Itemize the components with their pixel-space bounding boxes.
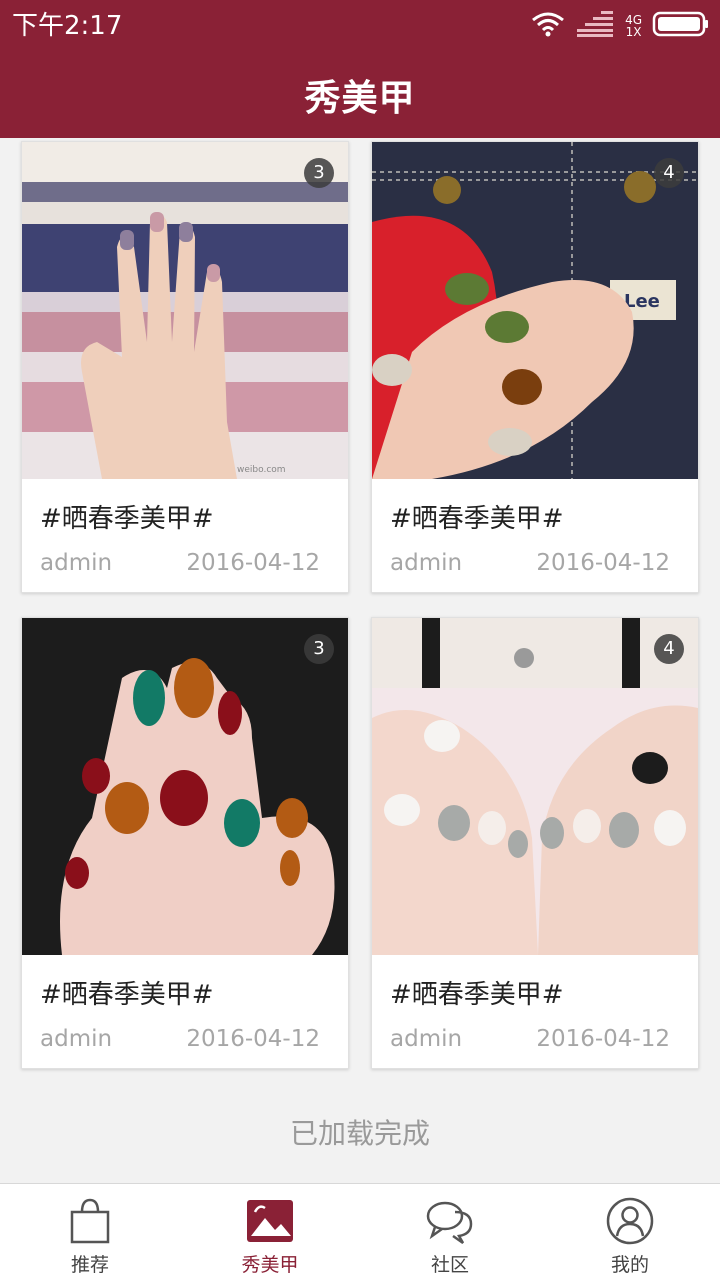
network-type-bottom: 1X (625, 25, 642, 39)
post-image[interactable]: 4 (372, 618, 698, 955)
image-count-badge: 4 (654, 634, 684, 664)
post-date: 2016-04-12 (186, 550, 320, 576)
post-card[interactable]: Lee 4 #晒春季美甲# admin 2016-04-12 (371, 141, 699, 593)
post-title[interactable]: #晒春季美甲# (40, 974, 214, 1011)
feed-end-status: 已加载完成 (289, 1117, 430, 1150)
post-title[interactable]: #晒春季美甲# (40, 498, 214, 535)
post-image[interactable]: weibo.com 3 (22, 142, 348, 479)
shopping-bag-icon (65, 1196, 115, 1246)
chat-bubbles-icon (425, 1196, 475, 1246)
bottom-tab-bar: 推荐 秀美甲 社区 我的 (0, 1183, 720, 1281)
image-count-badge: 3 (304, 158, 334, 188)
user-icon (605, 1196, 655, 1246)
post-date: 2016-04-12 (536, 550, 670, 576)
status-bar: 下午2:17 4G 1X (0, 0, 720, 52)
wifi-icon (531, 11, 565, 41)
post-image[interactable]: Lee 4 (372, 142, 698, 479)
post-title[interactable]: #晒春季美甲# (390, 974, 564, 1011)
tab-label: 秀美甲 (241, 1254, 299, 1276)
post-image[interactable]: 3 (22, 618, 348, 955)
post-date: 2016-04-12 (536, 1026, 670, 1052)
svg-text:weibo.com: weibo.com (237, 465, 286, 475)
post-author: admin (40, 1026, 113, 1052)
tab-label: 社区 (430, 1254, 469, 1276)
tab-label: 推荐 (70, 1254, 109, 1276)
status-icons: 4G 1X (531, 10, 710, 42)
signal-icon (575, 11, 615, 41)
image-count-badge: 4 (654, 158, 684, 188)
post-date: 2016-04-12 (186, 1026, 320, 1052)
page-title: 秀美甲 (304, 78, 416, 119)
tab-recommend[interactable]: 推荐 (0, 1184, 180, 1281)
tab-label: 我的 (610, 1254, 649, 1276)
picture-icon (245, 1196, 295, 1246)
status-time: 下午2:17 (12, 11, 123, 41)
post-author: admin (40, 550, 113, 576)
post-title[interactable]: #晒春季美甲# (390, 498, 564, 535)
tab-mine[interactable]: 我的 (540, 1184, 720, 1281)
image-count-badge: 3 (304, 634, 334, 664)
post-author: admin (390, 1026, 463, 1052)
battery-icon (652, 11, 710, 41)
post-author: admin (390, 550, 463, 576)
network-type: 4G 1X (625, 14, 642, 38)
post-card[interactable]: weibo.com 3 #晒春季美甲# admin 2016-04-12 (21, 141, 349, 593)
tab-community[interactable]: 社区 (360, 1184, 540, 1281)
post-card[interactable]: 4 #晒春季美甲# admin 2016-04-12 (371, 617, 699, 1069)
tab-show-nails[interactable]: 秀美甲 (180, 1184, 360, 1281)
title-bar: 秀美甲 (0, 52, 720, 138)
post-card[interactable]: 3 #晒春季美甲# admin 2016-04-12 (21, 617, 349, 1069)
